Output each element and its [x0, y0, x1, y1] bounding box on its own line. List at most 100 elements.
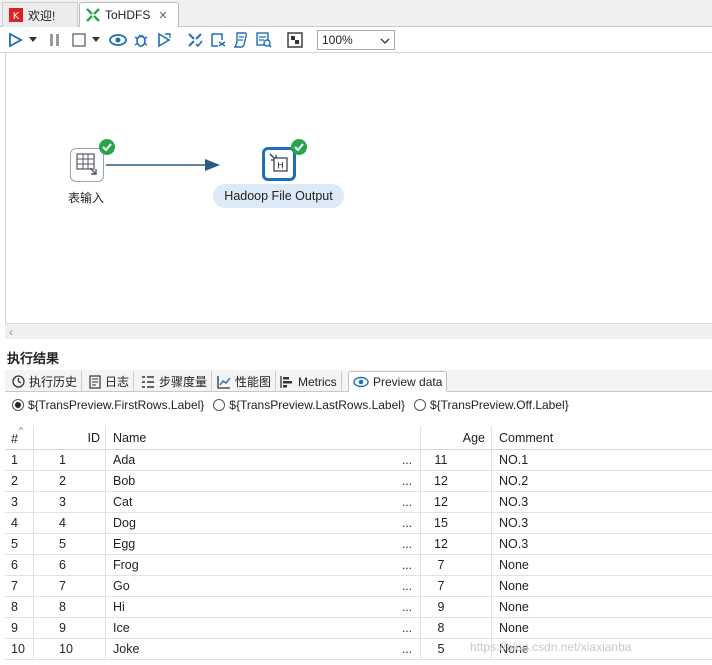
- cell-id[interactable]: 8: [34, 597, 106, 617]
- tab-performance-chart[interactable]: 性能图: [213, 371, 277, 392]
- cell-age[interactable]: 12: [421, 534, 492, 554]
- cell-name[interactable]: Ada...: [106, 450, 421, 470]
- cell-name[interactable]: Dog...: [106, 513, 421, 533]
- cell-value: 8: [59, 600, 66, 614]
- cell-comment[interactable]: None: [492, 597, 712, 617]
- pause-icon[interactable]: [46, 31, 64, 49]
- impact-analysis-icon[interactable]: [209, 31, 227, 49]
- cell-name[interactable]: Cat...: [106, 492, 421, 512]
- cell-comment[interactable]: None: [492, 618, 712, 638]
- cell-row-number[interactable]: 7: [5, 576, 34, 596]
- cell-age[interactable]: 8: [421, 618, 492, 638]
- cell-comment[interactable]: NO.3: [492, 534, 712, 554]
- cell-comment[interactable]: None: [492, 555, 712, 575]
- preview-icon[interactable]: [109, 31, 127, 49]
- stop-dropdown-icon[interactable]: [90, 31, 102, 49]
- cell-name[interactable]: Bob...: [106, 471, 421, 491]
- stop-icon[interactable]: [70, 31, 88, 49]
- step-hadoop-file-output[interactable]: H: [262, 147, 296, 181]
- column-header-comment[interactable]: Comment: [492, 426, 712, 449]
- column-header-age[interactable]: Age: [421, 426, 492, 449]
- cell-row-number[interactable]: 1: [5, 450, 34, 470]
- canvas-horizontal-scrollbar[interactable]: ‹: [5, 323, 712, 339]
- cell-id[interactable]: 4: [34, 513, 106, 533]
- cell-value: Bob: [113, 474, 136, 488]
- table-row[interactable]: 1 1 Ada... 11 NO.1: [5, 450, 712, 471]
- cell-row-number[interactable]: 9: [5, 618, 34, 638]
- cell-comment[interactable]: NO.3: [492, 513, 712, 533]
- cell-name[interactable]: Go...: [106, 576, 421, 596]
- sql-icon[interactable]: [232, 31, 250, 49]
- cell-age[interactable]: 7: [421, 555, 492, 575]
- run-icon[interactable]: [6, 31, 24, 49]
- table-row[interactable]: 2 2 Bob... 12 NO.2: [5, 471, 712, 492]
- cell-row-number[interactable]: 8: [5, 597, 34, 617]
- cell-id[interactable]: 2: [34, 471, 106, 491]
- table-row[interactable]: 4 4 Dog... 15 NO.3: [5, 513, 712, 534]
- cell-name[interactable]: Ice...: [106, 618, 421, 638]
- cell-age[interactable]: 12: [421, 492, 492, 512]
- cell-row-number[interactable]: 3: [5, 492, 34, 512]
- tab-metrics[interactable]: Metrics: [276, 371, 342, 392]
- explore-db-icon[interactable]: [255, 31, 273, 49]
- transformation-canvas[interactable]: 表输入 H: [5, 53, 712, 323]
- hop-connector[interactable]: [6, 53, 712, 323]
- column-header-id[interactable]: ID: [34, 426, 106, 449]
- radio-first-rows[interactable]: ${TransPreview.FirstRows.Label}: [12, 398, 204, 412]
- replay-icon[interactable]: [155, 31, 173, 49]
- cell-name[interactable]: Joke...: [106, 639, 421, 659]
- cell-age[interactable]: 12: [421, 471, 492, 491]
- cell-id[interactable]: 10: [34, 639, 106, 659]
- verify-icon[interactable]: [186, 31, 204, 49]
- table-row[interactable]: 8 8 Hi... 9 None: [5, 597, 712, 618]
- cell-row-number[interactable]: 10: [5, 639, 34, 659]
- cell-id[interactable]: 5: [34, 534, 106, 554]
- step-table-input[interactable]: [70, 148, 104, 182]
- column-header-name[interactable]: Name: [106, 426, 421, 449]
- cell-comment[interactable]: NO.2: [492, 471, 712, 491]
- cell-age[interactable]: 15: [421, 513, 492, 533]
- radio-last-rows[interactable]: ${TransPreview.LastRows.Label}: [213, 398, 405, 412]
- tab-log[interactable]: 日志: [85, 371, 135, 392]
- tab-step-metrics[interactable]: 步骤度量: [137, 371, 213, 392]
- debug-icon[interactable]: [132, 31, 150, 49]
- cell-row-number[interactable]: 5: [5, 534, 34, 554]
- table-row[interactable]: 7 7 Go... 7 None: [5, 576, 712, 597]
- cell-age[interactable]: 7: [421, 576, 492, 596]
- table-row[interactable]: 3 3 Cat... 12 NO.3: [5, 492, 712, 513]
- cell-age[interactable]: 11: [421, 450, 492, 470]
- cell-name[interactable]: Egg...: [106, 534, 421, 554]
- close-icon[interactable]: ✕: [158, 9, 167, 22]
- grid-icon[interactable]: [286, 31, 304, 49]
- run-dropdown-icon[interactable]: [27, 31, 39, 49]
- scroll-left-icon[interactable]: ‹: [9, 325, 13, 339]
- radio-off[interactable]: ${TransPreview.Off.Label}: [413, 398, 569, 412]
- cell-name[interactable]: Hi...: [106, 597, 421, 617]
- cell-name[interactable]: Frog...: [106, 555, 421, 575]
- cell-comment[interactable]: None: [492, 576, 712, 596]
- column-header-row-number[interactable]: ^ #: [5, 426, 34, 449]
- cell-id[interactable]: 1: [34, 450, 106, 470]
- cell-value: 5: [59, 537, 66, 551]
- zoom-select[interactable]: 100%: [317, 30, 395, 50]
- tab-execution-history-label: 执行历史: [29, 375, 78, 389]
- tab-tohdfs[interactable]: ToHDFS ✕: [79, 2, 179, 28]
- table-row[interactable]: 9 9 Ice... 8 None: [5, 618, 712, 639]
- table-row[interactable]: 6 6 Frog... 7 None: [5, 555, 712, 576]
- tab-preview-data[interactable]: Preview data: [348, 371, 448, 392]
- cell-id[interactable]: 6: [34, 555, 106, 575]
- cell-row-number[interactable]: 2: [5, 471, 34, 491]
- table-row[interactable]: 5 5 Egg... 12 NO.3: [5, 534, 712, 555]
- cell-age[interactable]: 9: [421, 597, 492, 617]
- cell-id[interactable]: 9: [34, 618, 106, 638]
- cell-comment[interactable]: NO.3: [492, 492, 712, 512]
- cell-value: NO.3: [499, 516, 529, 530]
- tab-welcome[interactable]: K 欢迎!: [2, 2, 78, 27]
- cell-comment[interactable]: NO.1: [492, 450, 712, 470]
- cell-id[interactable]: 7: [34, 576, 106, 596]
- tab-execution-history[interactable]: 执行历史: [8, 371, 83, 392]
- cell-value: Cat: [113, 495, 133, 509]
- cell-id[interactable]: 3: [34, 492, 106, 512]
- cell-row-number[interactable]: 4: [5, 513, 34, 533]
- cell-row-number[interactable]: 6: [5, 555, 34, 575]
